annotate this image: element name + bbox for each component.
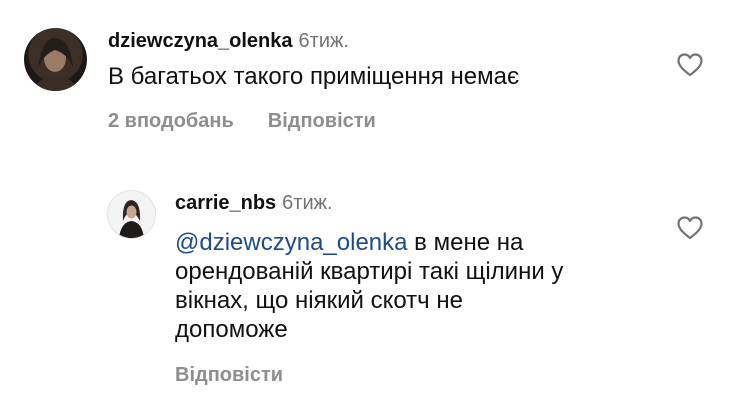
comment-header: dziewczyna_olenka 6тиж. — [108, 30, 349, 53]
timestamp[interactable]: 6тиж. — [282, 192, 332, 214]
avatar-image — [32, 38, 79, 91]
comment-text-fragment: в мене на — [414, 229, 524, 256]
heart-icon[interactable] — [677, 53, 703, 77]
comment-actions: Відповісти — [175, 364, 317, 387]
timestamp[interactable]: 6тиж. — [299, 30, 349, 52]
comment-text: В багатьох такого приміщення немає — [108, 63, 520, 90]
comment-text-line: орендованій квартирі такі щілини у — [175, 258, 564, 285]
comment-text: @dziewczyna_olenka в мене на орендованій… — [175, 228, 645, 344]
comment-actions: 2 вподобань Відповісти — [108, 110, 410, 133]
reply-button[interactable]: Відповісти — [268, 110, 376, 132]
username[interactable]: dziewczyna_olenka — [108, 30, 293, 52]
avatar[interactable] — [107, 190, 156, 239]
avatar[interactable] — [24, 28, 87, 91]
comment-text-line: вікнах, що ніякий скотч не — [175, 287, 463, 314]
likes-count[interactable]: 2 вподобань — [108, 110, 234, 132]
comment-text-line: @dziewczyna_olenka в мене на — [175, 228, 645, 257]
avatar-image — [108, 191, 155, 238]
mention-link[interactable]: @dziewczyna_olenka — [175, 229, 408, 256]
username[interactable]: carrie_nbs — [175, 192, 276, 214]
comment-header: carrie_nbs 6тиж. — [175, 192, 333, 215]
reply-button[interactable]: Відповісти — [175, 364, 283, 386]
comment-text-line: допоможе — [175, 316, 288, 343]
heart-icon[interactable] — [677, 216, 703, 240]
